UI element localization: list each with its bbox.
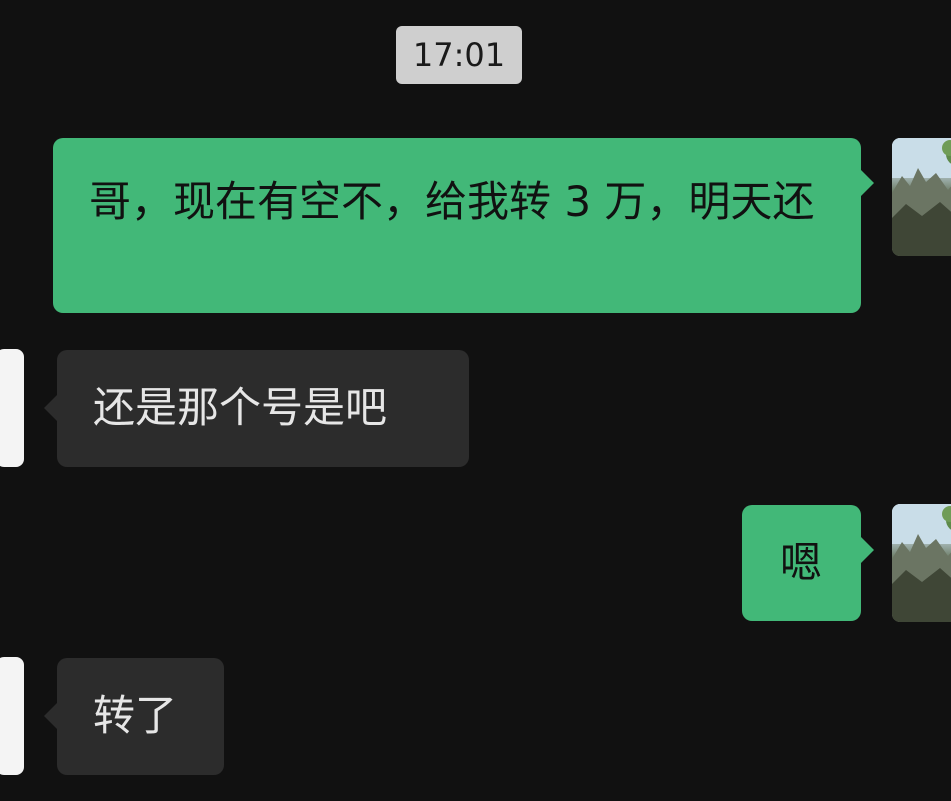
self-avatar-icon[interactable] [892,138,951,256]
message-text: 还是那个号是吧 [93,383,388,432]
message-timestamp: 17:01 [396,26,522,84]
bubble-tail [44,395,57,421]
contact-avatar-icon[interactable] [0,349,24,467]
message-text: 嗯 [780,538,823,587]
message-text: 转了 [93,691,178,740]
bubble-tail [861,537,874,563]
bubble-tail [44,703,57,729]
outgoing-message-bubble[interactable]: 哥，现在有空不，给我转 3 万，明天还 [53,138,874,313]
outgoing-message-bubble[interactable]: 嗯 [742,505,874,621]
self-avatar-icon[interactable] [892,504,951,622]
incoming-message-bubble[interactable]: 还是那个号是吧 [44,350,469,467]
message-text: 哥，现在有空不，给我转 3 万，明天还 [89,177,815,226]
incoming-message-bubble[interactable]: 转了 [44,658,224,775]
contact-avatar-icon[interactable] [0,657,24,775]
bubble-tail [861,170,874,196]
